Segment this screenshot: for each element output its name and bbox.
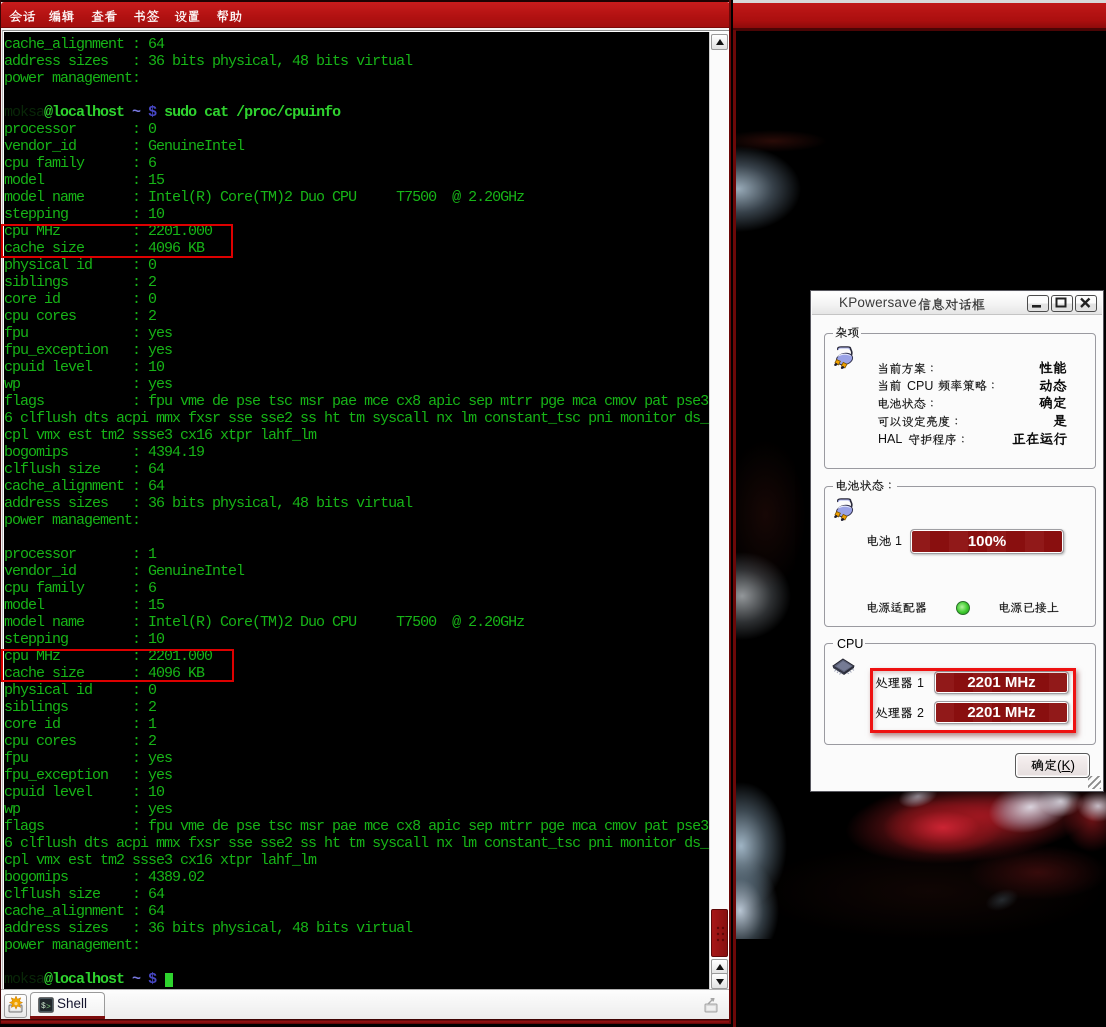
svg-text:>: >: [46, 1003, 51, 1012]
